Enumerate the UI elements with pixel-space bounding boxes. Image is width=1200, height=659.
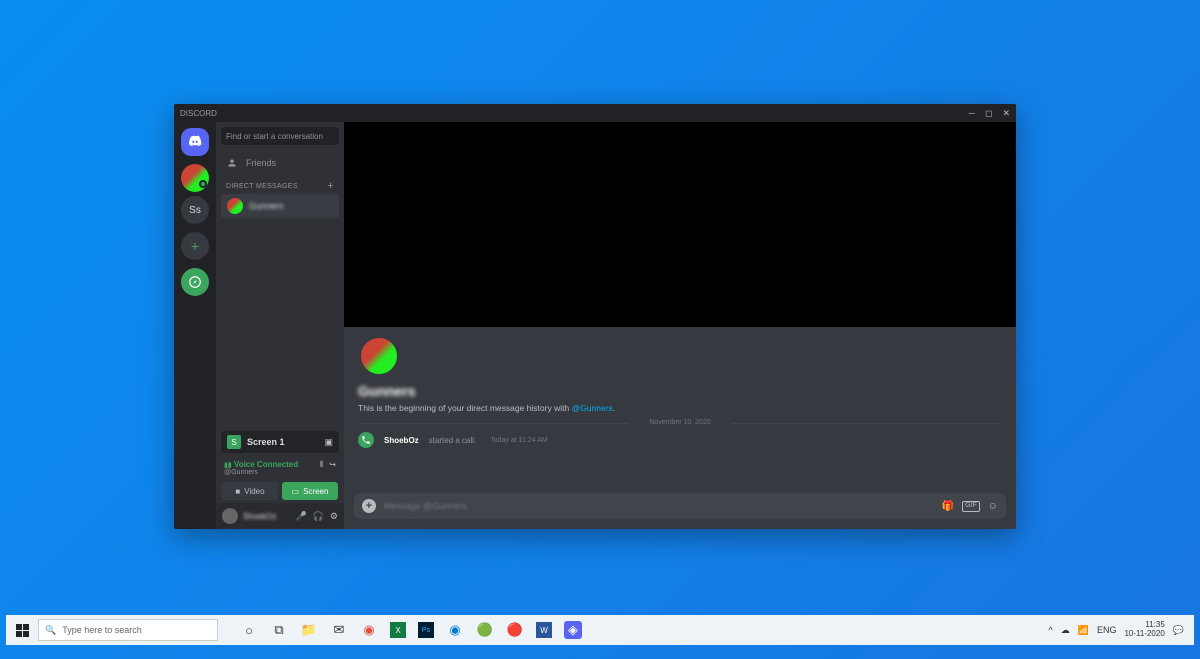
word-icon[interactable]: W bbox=[536, 622, 552, 638]
mention[interactable]: @Gunners bbox=[572, 403, 613, 413]
system-message: ShoebOz started a call. Today at 11:24 A… bbox=[358, 432, 1002, 448]
stop-stream-icon[interactable]: ▣ bbox=[324, 437, 333, 448]
compass-icon bbox=[188, 275, 202, 289]
photoshop-icon[interactable]: Ps bbox=[418, 622, 434, 638]
window-close-icon[interactable]: ✕ bbox=[1002, 108, 1010, 119]
taskbar-clock[interactable]: 11:35 10-11-2020 bbox=[1124, 621, 1164, 639]
search-input[interactable]: Find or start a conversation bbox=[221, 127, 339, 145]
gift-icon[interactable]: 🎁 bbox=[942, 501, 954, 512]
taskbar-search-placeholder: Type here to search bbox=[62, 625, 142, 635]
server-avatar-2[interactable]: Ss bbox=[181, 196, 209, 224]
noise-suppression-icon[interactable]: ⫴ bbox=[320, 460, 323, 470]
voice-status-panel: ▮▮ Voice Connected ⫴ ↪ @Gunners bbox=[216, 457, 344, 479]
tray-language[interactable]: ENG bbox=[1097, 625, 1117, 635]
dm-item-selected[interactable]: Gunners bbox=[221, 194, 339, 218]
channel-name: Gunners bbox=[358, 383, 1002, 399]
tray-chevron-icon[interactable]: ^ bbox=[1048, 625, 1052, 635]
dm-header: DIRECT MESSAGES + bbox=[216, 176, 344, 194]
msg-author: ShoebOz bbox=[384, 436, 419, 445]
screen-thumb-icon: S bbox=[227, 435, 241, 449]
excel-icon[interactable]: X bbox=[390, 622, 406, 638]
composer-placeholder: Message @Gunners bbox=[384, 501, 934, 511]
voice-channel: @Gunners bbox=[224, 469, 336, 476]
search-placeholder: Find or start a conversation bbox=[226, 132, 323, 141]
server-rail: Ss + bbox=[174, 122, 216, 529]
tray-cloud-icon[interactable]: ☁ bbox=[1061, 625, 1070, 636]
system-tray: ^ ☁ 📶 ENG 11:35 10-11-2020 💬 bbox=[1048, 621, 1190, 639]
windows-logo-icon bbox=[16, 624, 29, 637]
window-titlebar[interactable]: DISCORD ─ ◻ ✕ bbox=[174, 104, 1016, 122]
discord-taskbar-icon[interactable]: ◈ bbox=[564, 621, 582, 639]
username: ShoebOz bbox=[243, 512, 290, 521]
emoji-icon[interactable]: ☺ bbox=[988, 501, 998, 512]
online-status-icon bbox=[199, 180, 207, 188]
dm-name: Gunners bbox=[249, 201, 284, 211]
phone-icon bbox=[358, 432, 374, 448]
user-avatar[interactable] bbox=[222, 508, 238, 524]
friends-button[interactable]: Friends bbox=[216, 150, 344, 176]
screen-icon: ▭ bbox=[292, 487, 300, 496]
chat-main: Gunners This is the beginning of your di… bbox=[344, 122, 1016, 529]
welcome-text: This is the beginning of your direct mes… bbox=[358, 403, 1002, 413]
disconnect-call-icon[interactable]: ↪ bbox=[329, 460, 336, 470]
file-explorer-icon[interactable]: 📁 bbox=[300, 621, 318, 639]
app-icon-2[interactable]: 🔴 bbox=[506, 621, 524, 639]
server-avatar-1[interactable] bbox=[181, 164, 209, 192]
cortana-icon[interactable]: ○ bbox=[240, 621, 258, 639]
deafen-icon[interactable]: 🎧 bbox=[313, 511, 324, 522]
dm-sidebar: Find or start a conversation Friends DIR… bbox=[216, 122, 344, 529]
friends-icon bbox=[226, 157, 238, 169]
msg-action: started a call. bbox=[429, 436, 477, 445]
create-dm-button[interactable]: + bbox=[327, 180, 334, 192]
friends-label: Friends bbox=[246, 158, 276, 168]
screenshare-label: Screen 1 bbox=[247, 437, 318, 447]
gif-button[interactable]: GIF bbox=[962, 501, 980, 512]
message-composer[interactable]: + Message @Gunners 🎁 GIF ☺ bbox=[354, 493, 1006, 519]
mail-icon[interactable]: ✉ bbox=[330, 621, 348, 639]
camera-icon: ■ bbox=[235, 487, 240, 496]
window-maximize-icon[interactable]: ◻ bbox=[985, 108, 992, 119]
signal-icon: ▮▮ bbox=[224, 462, 232, 469]
mute-mic-icon[interactable]: 🎤 bbox=[295, 511, 306, 522]
start-button[interactable] bbox=[10, 624, 34, 637]
date-divider: November 10, 2020 bbox=[358, 419, 1002, 426]
taskbar-search[interactable]: 🔍 Type here to search bbox=[38, 619, 218, 641]
add-server-button[interactable]: + bbox=[181, 232, 209, 260]
tray-wifi-icon[interactable]: 📶 bbox=[1078, 625, 1089, 636]
channel-avatar bbox=[358, 335, 400, 377]
notifications-icon[interactable]: 💬 bbox=[1173, 625, 1184, 636]
explore-servers-button[interactable] bbox=[181, 268, 209, 296]
dm-avatar bbox=[227, 198, 243, 214]
video-button[interactable]: ■ Video bbox=[222, 482, 278, 500]
voice-status: Voice Connected bbox=[234, 460, 298, 469]
user-area: ShoebOz 🎤 🎧 ⚙ bbox=[216, 503, 344, 529]
settings-gear-icon[interactable]: ⚙ bbox=[330, 511, 338, 522]
video-call-area[interactable] bbox=[344, 122, 1016, 327]
window-title: DISCORD bbox=[180, 109, 217, 118]
edge-icon[interactable]: ◉ bbox=[446, 621, 464, 639]
app-icon-1[interactable]: 🟢 bbox=[476, 621, 494, 639]
attach-icon[interactable]: + bbox=[362, 499, 376, 513]
screen-share-button[interactable]: ▭ Screen bbox=[282, 482, 338, 500]
discord-window: DISCORD ─ ◻ ✕ Ss + bbox=[174, 104, 1016, 529]
windows-taskbar: 🔍 Type here to search ○ ⧉ 📁 ✉ ◉ X Ps ◉ 🟢… bbox=[6, 615, 1194, 645]
screenshare-tile[interactable]: S Screen 1 ▣ bbox=[221, 431, 339, 453]
chat-scroll[interactable]: Gunners This is the beginning of your di… bbox=[344, 327, 1016, 493]
discord-logo-icon bbox=[187, 134, 203, 150]
window-minimize-icon[interactable]: ─ bbox=[969, 108, 975, 119]
chrome-icon[interactable]: ◉ bbox=[360, 621, 378, 639]
msg-time: Today at 11:24 AM bbox=[490, 437, 547, 444]
discord-home-button[interactable] bbox=[181, 128, 209, 156]
search-icon: 🔍 bbox=[45, 625, 56, 636]
task-view-icon[interactable]: ⧉ bbox=[270, 621, 288, 639]
